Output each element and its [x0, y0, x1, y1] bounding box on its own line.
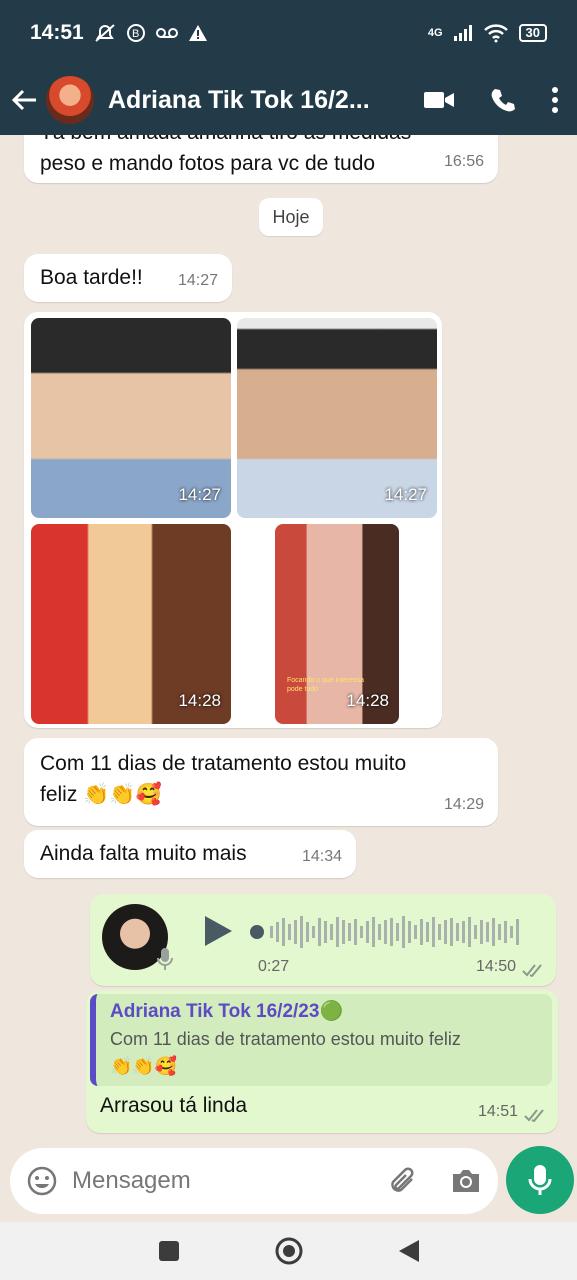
message-time: 14:29	[443, 796, 484, 813]
wifi-icon	[483, 23, 508, 42]
message-text: Arrasou tá linda	[100, 1094, 248, 1117]
attach-icon[interactable]	[388, 1166, 418, 1196]
photo-time: 14:28	[178, 691, 221, 710]
chat-header: Adriana Tik Tok 16/2...	[0, 65, 577, 135]
voice-message[interactable]: 0:27 14:50	[90, 894, 556, 986]
signal-icon	[453, 24, 472, 41]
message-bubble-greeting[interactable]: Boa tarde!! 14:27	[24, 254, 232, 302]
message-time: 16:56	[443, 153, 484, 170]
home-icon[interactable]	[274, 1236, 304, 1266]
network-label: 4G	[427, 26, 443, 39]
contact-name[interactable]: Adriana Tik Tok 16/2...	[108, 86, 378, 115]
message-time: 14:51	[477, 1103, 518, 1120]
photo-1[interactable]: 14:27	[31, 318, 231, 518]
quoted-sender: Adriana Tik Tok 16/2/23🟢	[110, 1001, 344, 1022]
quoted-text: 👏👏🥰	[110, 1056, 178, 1076]
voice-waveform[interactable]	[248, 912, 538, 952]
quoted-message[interactable]: Adriana Tik Tok 16/2/23🟢 Com 11 dias de …	[90, 994, 552, 1086]
phone-icon[interactable]	[489, 86, 517, 114]
message-bubble-more[interactable]: Ainda falta muito mais 14:34	[24, 830, 356, 878]
play-icon[interactable]	[202, 914, 234, 948]
reply-message[interactable]: Adriana Tik Tok 16/2/23🟢 Com 11 dias de …	[86, 990, 558, 1133]
warning-icon	[188, 24, 207, 41]
emoji-icon[interactable]	[26, 1165, 58, 1197]
message-input[interactable]: Mensagem	[72, 1167, 191, 1195]
date-separator: Hoje	[259, 198, 323, 236]
message-composer[interactable]: Mensagem	[10, 1148, 498, 1214]
message-bubble-treatment[interactable]: Com 11 dias de tratamento estou muito fe…	[24, 738, 498, 826]
microphone-icon	[528, 1165, 552, 1195]
camera-icon[interactable]	[450, 1167, 482, 1195]
message-text: Com 11 dias de tratamento estou muito	[40, 752, 407, 775]
message-time: 14:27	[177, 272, 218, 289]
voice-duration: 0:27	[258, 958, 290, 975]
message-bubble-partial[interactable]: Tá bem amada amanhã tiro as medidas peso…	[24, 135, 498, 183]
contact-avatar[interactable]	[46, 76, 94, 124]
message-time: 14:34	[301, 848, 342, 865]
message-text: Boa tarde!!	[40, 266, 143, 289]
b-badge-icon: B	[126, 23, 145, 42]
svg-text:B: B	[132, 28, 139, 40]
microphone-badge-icon	[157, 948, 173, 970]
photo-time: 14:27	[178, 485, 221, 504]
back-arrow-icon[interactable]	[10, 86, 38, 114]
message-text: peso e mando fotos para vc de tudo	[40, 152, 376, 175]
message-text: feliz 👏👏🥰	[40, 783, 162, 806]
voicemail-icon	[155, 27, 178, 38]
back-icon[interactable]	[397, 1238, 421, 1264]
muted-icon	[95, 23, 115, 42]
photo-album[interactable]: 14:27 14:27 14:28 Focando o que interess…	[24, 312, 442, 728]
photo-time: 14:28	[346, 691, 389, 710]
message-text: Ainda falta muito mais	[40, 842, 247, 865]
quoted-text: Com 11 dias de tratamento estou muito fe…	[110, 1029, 461, 1049]
recent-apps-icon[interactable]	[157, 1239, 181, 1263]
video-call-icon[interactable]	[423, 89, 455, 111]
message-text: Tá bem amada amanhã tiro as medidas	[40, 135, 482, 148]
voice-record-button[interactable]	[506, 1146, 574, 1214]
chat-area[interactable]: Tá bem amada amanhã tiro as medidas peso…	[0, 135, 577, 1145]
more-options-icon[interactable]	[551, 87, 559, 113]
battery-icon: 30	[518, 23, 547, 42]
read-receipt-icon	[524, 1109, 544, 1122]
message-time: 14:50	[475, 958, 516, 975]
status-bar: 14:51 B 4G 30	[0, 0, 577, 65]
photo-4[interactable]: Focando o que interessa pode tudo 14:28	[275, 524, 399, 724]
read-receipt-icon	[522, 964, 542, 977]
system-nav-bar	[0, 1222, 577, 1280]
photo-3[interactable]: 14:28	[31, 524, 231, 724]
photo-time: 14:27	[384, 485, 427, 504]
photo-2[interactable]: 14:27	[237, 318, 437, 518]
status-time: 14:51	[30, 20, 84, 44]
